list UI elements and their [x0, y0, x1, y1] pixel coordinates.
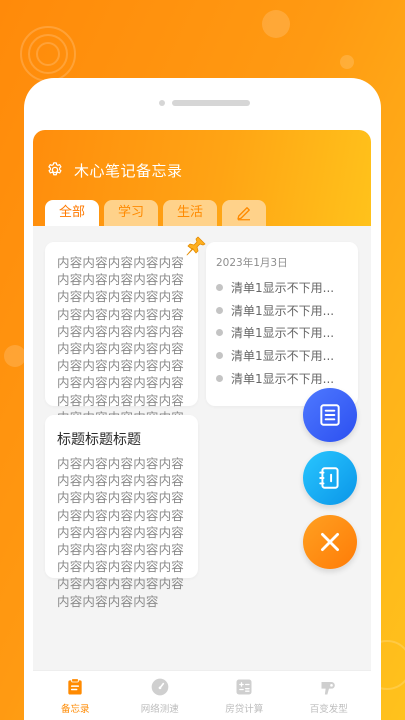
notebook-icon	[319, 467, 339, 489]
checklist-item[interactable]: 清单1显示不下用...	[216, 344, 348, 367]
nav-label: 房贷计算	[225, 704, 264, 715]
tab-life[interactable]: 生活	[163, 200, 218, 226]
speed-gauge-icon	[149, 677, 171, 697]
note-title: 标题标题标题	[57, 432, 141, 448]
checklist-item[interactable]: 清单1显示不下用...	[216, 299, 348, 322]
bullet-dot	[216, 375, 223, 383]
settings-gear-icon[interactable]	[46, 161, 64, 179]
pencil-icon	[237, 207, 251, 221]
bottom-nav: 备忘录 网络测速 房贷计算 百变发型	[33, 670, 371, 720]
background-dot	[340, 55, 354, 69]
bullet-dot	[216, 329, 223, 337]
bullet-dot	[216, 306, 223, 314]
close-fab-button[interactable]	[303, 515, 357, 569]
bullet-dot	[216, 352, 223, 360]
note-body: 内容内容内容内容内容内容内容内容内容内容内容内容内容内容内容内容内容内容内容内容…	[57, 255, 185, 425]
checklist-card[interactable]: 2023年1月3日 清单1显示不下用... 清单1显示不下用... 清单1显示不…	[206, 242, 358, 406]
tab-edit-categories[interactable]	[222, 200, 267, 226]
checklist-item[interactable]: 清单1显示不下用...	[216, 322, 348, 345]
tab-study[interactable]: 学习	[104, 200, 159, 226]
note-body: 内容内容内容内容内容内容内容内容内容内容内容内容内容内容内容内容内容内容内容内容…	[57, 456, 185, 609]
nav-label: 网络测速	[140, 704, 179, 715]
checklist-item[interactable]: 清单1显示不下用...	[216, 276, 348, 299]
background-dot	[262, 10, 290, 38]
nav-label: 百变发型	[309, 704, 348, 715]
nav-item-mortgage-calc[interactable]: 房贷计算	[202, 671, 287, 720]
app-header: 木心笔记备忘录 全部 学习 生活	[33, 130, 371, 226]
bullet-dot	[216, 283, 223, 291]
note-card[interactable]: 标题标题标题 内容内容内容内容内容内容内容内容内容内容内容内容内容内容内容内容内…	[45, 415, 198, 609]
speaker-slot	[172, 100, 250, 106]
list-icon	[320, 404, 340, 426]
app-title: 木心笔记备忘录	[74, 162, 183, 180]
list-fab-button[interactable]	[303, 388, 357, 442]
nav-item-speed-test[interactable]: 网络测速	[118, 671, 203, 720]
calculator-icon	[233, 677, 255, 697]
memo-icon	[64, 677, 86, 697]
camera-dot	[159, 100, 165, 106]
checklist-item[interactable]: 清单1显示不下用...	[216, 367, 348, 390]
pushpin-icon	[186, 236, 206, 256]
nav-item-hairstyle[interactable]: 百变发型	[287, 671, 372, 720]
background-ring	[36, 42, 60, 66]
notebook-fab-button[interactable]	[303, 451, 357, 505]
hair-dryer-icon	[318, 677, 340, 697]
tab-all[interactable]: 全部	[45, 200, 100, 226]
nav-item-memo[interactable]: 备忘录	[33, 671, 118, 720]
note-card[interactable]: 内容内容内容内容内容内容内容内容内容内容内容内容内容内容内容内容内容内容内容内容…	[45, 236, 206, 425]
phone-top-bezel	[24, 78, 381, 128]
background-dot	[4, 345, 26, 367]
category-tabs: 全部 学习 生活	[45, 200, 267, 226]
checklist-date: 2023年1月3日	[216, 257, 288, 269]
close-icon	[321, 533, 339, 551]
nav-label: 备忘录	[60, 704, 90, 715]
